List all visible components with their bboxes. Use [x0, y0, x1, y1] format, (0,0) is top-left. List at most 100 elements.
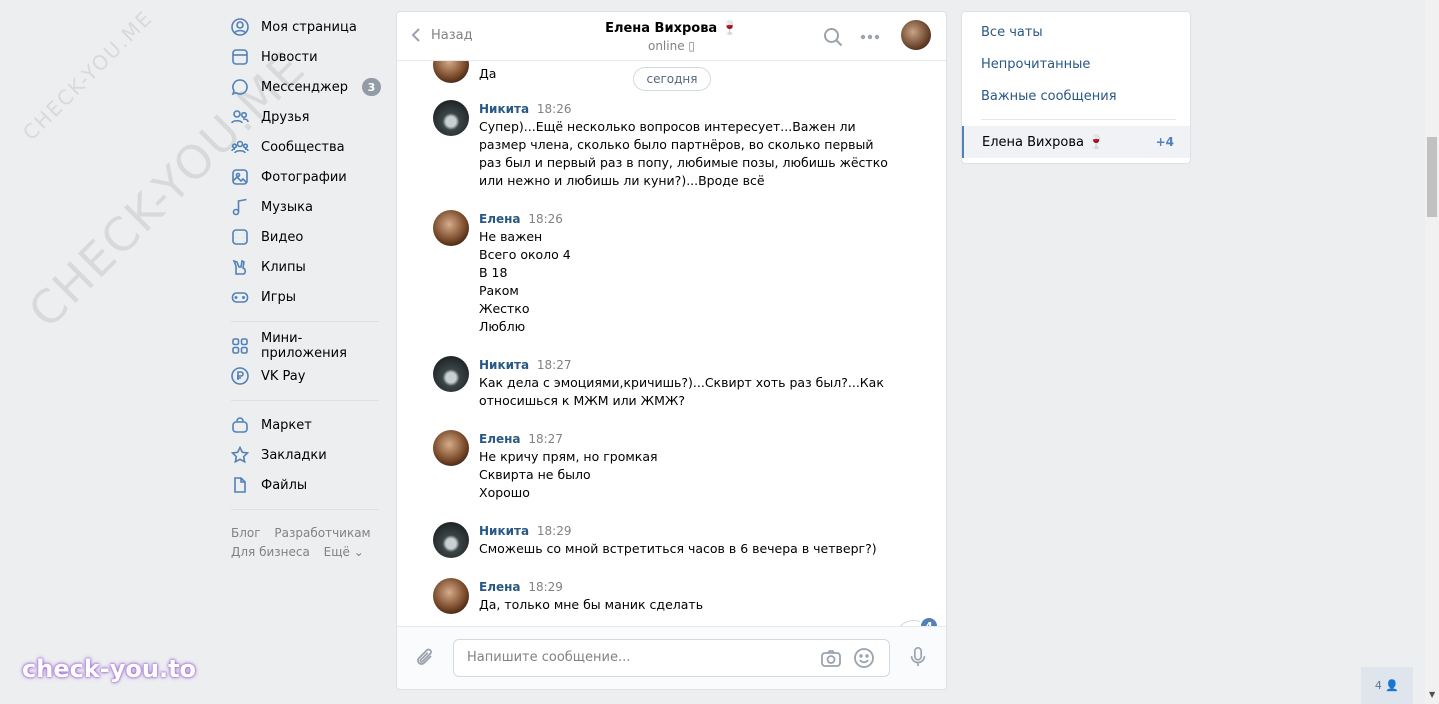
- nav-label: Сообщества: [261, 139, 345, 155]
- nav-label: Фотографии: [261, 169, 347, 185]
- nav-label: Мессенджер: [261, 79, 348, 95]
- message-author[interactable]: Елена: [479, 212, 521, 226]
- nav-label: Файлы: [261, 477, 308, 493]
- gamepad-icon: [231, 288, 249, 306]
- message-line: Люблю: [479, 319, 526, 334]
- avatar[interactable]: [433, 210, 469, 246]
- music-icon: [231, 198, 249, 216]
- message-line: Не важен: [479, 229, 543, 244]
- footer-link-business[interactable]: Для бизнеса: [231, 545, 310, 559]
- avatar[interactable]: [433, 61, 469, 83]
- nav-item-news[interactable]: Новости: [231, 42, 381, 72]
- groups-icon: [231, 138, 249, 156]
- microphone-icon[interactable]: [907, 646, 929, 670]
- message-author[interactable]: Елена: [479, 580, 521, 594]
- nav-item-clips[interactable]: Клипы: [231, 252, 381, 282]
- filter-important[interactable]: Важные сообщения: [962, 81, 1190, 113]
- message-time: 18:26: [536, 102, 572, 116]
- nav-label: Мини-приложения: [261, 331, 347, 361]
- nav-label: VK Pay: [261, 368, 306, 384]
- nav-divider: [231, 509, 379, 510]
- filter-all-chats[interactable]: Все чаты: [962, 17, 1190, 49]
- nav-item-messenger[interactable]: Мессенджер 3: [231, 72, 381, 102]
- page-scrollbar-thumb[interactable]: [1427, 137, 1437, 217]
- nav-item-mini-apps[interactable]: Мини-приложения: [231, 331, 381, 361]
- active-chat-count: +4: [1155, 135, 1174, 149]
- nav-label: Видео: [261, 229, 304, 245]
- more-icon[interactable]: [859, 26, 881, 48]
- nav-item-video[interactable]: Видео: [231, 222, 381, 252]
- message-line: Хорошо: [479, 485, 530, 500]
- camera-icon[interactable]: [820, 648, 842, 668]
- apps-icon: [231, 337, 249, 355]
- avatar[interactable]: [433, 522, 469, 558]
- nav-divider: [231, 321, 379, 322]
- footer-link-more[interactable]: Ещё ⌄: [324, 545, 364, 559]
- chat-header: Назад Елена Вихрова 🍷 online ▯: [397, 12, 946, 61]
- nav-item-files[interactable]: Файлы: [231, 470, 381, 500]
- message-line: Да, только мне бы маник сделать: [479, 597, 704, 612]
- filter-unread[interactable]: Непрочитанные: [962, 49, 1190, 81]
- page-scrollbar[interactable]: [1425, 0, 1439, 704]
- paperclip-icon[interactable]: [415, 646, 437, 670]
- message-line: Раком: [479, 283, 519, 298]
- message-item: Елена 18:29 Да, только мне бы маник сдела…: [433, 578, 893, 614]
- search-icon[interactable]: [822, 26, 844, 48]
- nav-item-bookmarks[interactable]: Закладки: [231, 440, 381, 470]
- message-author[interactable]: Никита: [479, 102, 529, 116]
- message-line: Всего около 4: [479, 247, 571, 262]
- nav-label: Моя страница: [261, 19, 357, 35]
- composer: Напишите сообщение...: [397, 626, 946, 689]
- message-line: Сквирта не было: [479, 467, 591, 482]
- scrollbar-down-arrow[interactable]: ▼: [1429, 690, 1435, 699]
- photo-icon: [231, 168, 249, 186]
- message-item: Никита 18:29 Сможешь со мной встретиться …: [433, 522, 893, 558]
- message-author[interactable]: Никита: [479, 524, 529, 538]
- nav-item-vk-pay[interactable]: VK Pay: [231, 361, 381, 391]
- message-line: Сможешь со мной встретиться часов в 6 ве…: [479, 541, 877, 556]
- nav-item-communities[interactable]: Сообщества: [231, 132, 381, 162]
- nav-item-friends[interactable]: Друзья: [231, 102, 381, 132]
- message-line: Не кричу прям, но громкая: [479, 449, 658, 464]
- message-author[interactable]: Никита: [479, 358, 529, 372]
- avatar[interactable]: [433, 100, 469, 136]
- nav-item-market[interactable]: Маркет: [231, 410, 381, 440]
- avatar[interactable]: [433, 356, 469, 392]
- avatar[interactable]: [433, 578, 469, 614]
- message-line: Как дела с эмоциями,кричишь?)...Сквирт х…: [479, 375, 884, 390]
- nav-label: Клипы: [261, 259, 306, 275]
- active-chat-item[interactable]: Елена Вихрова 🍷 +4: [962, 126, 1190, 158]
- message-item: Никита 18:27 Как дела с эмоциями,кричишь?…: [433, 356, 893, 410]
- friends-icon: [231, 108, 249, 126]
- user-circle-icon: [231, 18, 249, 36]
- message-line: В 18: [479, 265, 508, 280]
- online-friends-counter[interactable]: 4 👤: [1361, 667, 1413, 704]
- chat-filters: Все чаты Непрочитанные Важные сообщения …: [961, 11, 1191, 164]
- message-line: Жестко: [479, 301, 530, 316]
- avatar[interactable]: [433, 430, 469, 466]
- emoji-icon[interactable]: [853, 647, 875, 669]
- nav-item-music[interactable]: Музыка: [231, 192, 381, 222]
- message-author[interactable]: Елена: [479, 432, 521, 446]
- message-line: размер члена, сколько было партнёров, во…: [479, 137, 874, 152]
- message-time: 18:29: [536, 524, 572, 538]
- message-line: или нежно и любишь ли куни?)...Вроде всё: [479, 173, 765, 188]
- message-time: 18:26: [528, 212, 563, 226]
- nav-label: Новости: [261, 49, 318, 65]
- message-item: Елена 18:27 Не кричу прям, но громкая Скви…: [433, 430, 893, 502]
- message-time: 18:27: [528, 432, 563, 446]
- footer-link-blog[interactable]: Блог: [231, 526, 261, 540]
- nav-item-games[interactable]: Игры: [231, 282, 381, 312]
- message-icon: [231, 78, 249, 96]
- nav-item-photos[interactable]: Фотографии: [231, 162, 381, 192]
- nav-label: Маркет: [261, 417, 312, 433]
- footer-link-developers[interactable]: Разработчикам: [274, 526, 370, 540]
- peer-avatar[interactable]: [901, 20, 931, 50]
- nav-divider: [231, 400, 379, 401]
- file-icon: [231, 476, 249, 494]
- message-line: Супер)...Ещё несколько вопросов интересу…: [479, 119, 856, 134]
- nav-item-my-page[interactable]: Моя страница: [231, 12, 381, 42]
- chat-panel: Назад Елена Вихрова 🍷 online ▯ Да сегодн…: [396, 11, 947, 690]
- message-history[interactable]: Да сегодня Никита 18:26 Супер)...Ещё неск…: [397, 61, 946, 628]
- active-chat-name: Елена Вихрова 🍷: [982, 134, 1105, 150]
